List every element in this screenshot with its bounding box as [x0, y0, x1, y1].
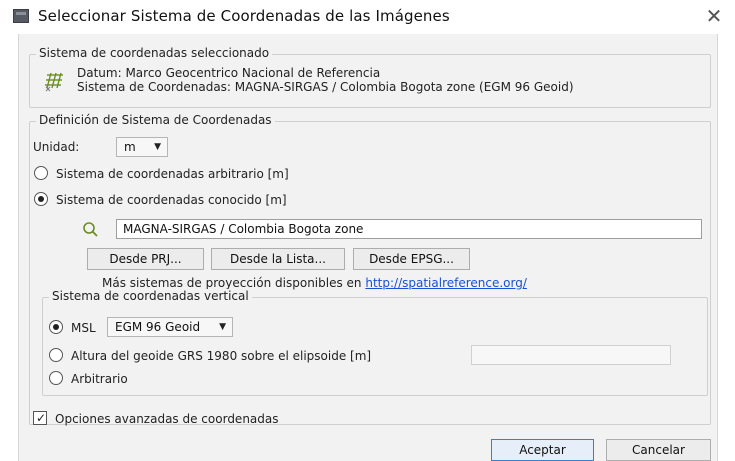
selected-system-group-title: Sistema de coordenadas seleccionado — [36, 46, 273, 60]
selected-system-group: Sistema de coordenadas seleccionado Datu… — [29, 46, 711, 108]
coordinate-system-text: Sistema de Coordenadas: MAGNA-SIRGAS / C… — [77, 80, 574, 94]
geoid-height-input[interactable] — [471, 345, 671, 365]
app-window-icon — [13, 9, 29, 23]
unit-label: Unidad: — [33, 140, 80, 154]
datum-text: Datum: Marco Geocentrico Nacional de Ref… — [77, 66, 381, 80]
from-list-button[interactable]: Desde la Lista... — [211, 248, 345, 270]
radio-known-system-label: Sistema de coordenadas conocido [m] — [56, 193, 287, 207]
unit-dropdown[interactable]: m ▼ — [116, 137, 168, 157]
from-prj-button[interactable]: Desde PRJ... — [87, 248, 204, 270]
advanced-options-label: Opciones avanzadas de coordenadas — [55, 412, 279, 426]
radio-vertical-arbitrary-label: Arbitrario — [71, 372, 128, 386]
more-systems-label: Más sistemas de proyección disponibles e… — [102, 276, 362, 290]
chevron-down-icon: ▼ — [154, 142, 161, 152]
cancel-button[interactable]: Cancelar — [606, 439, 711, 461]
search-icon[interactable] — [82, 221, 98, 237]
radio-arbitrary-system[interactable] — [34, 166, 48, 180]
coordinate-system-search-input[interactable]: MAGNA-SIRGAS / Colombia Bogota zone — [116, 219, 702, 239]
radio-arbitrary-system-label: Sistema de coordenadas arbitrario [m] — [56, 167, 289, 181]
radio-msl-label: MSL — [71, 321, 96, 335]
checkmark-icon: ✓ — [36, 411, 47, 425]
accept-button[interactable]: Aceptar — [491, 439, 594, 461]
more-systems-text: Más sistemas de proyección disponibles e… — [102, 276, 527, 290]
radio-msl[interactable] — [49, 320, 63, 334]
definition-group: Definición de Sistema de Coordenadas Uni… — [29, 113, 711, 426]
dialog-body: Sistema de coordenadas seleccionado Datu… — [18, 34, 718, 461]
close-icon[interactable]: ✕ — [701, 3, 727, 29]
from-epsg-button[interactable]: Desde EPSG... — [353, 248, 470, 270]
advanced-options-checkbox[interactable]: ✓ — [33, 411, 47, 425]
vertical-system-group: Sistema de coordenadas vertical MSL EGM … — [42, 289, 708, 396]
unit-dropdown-value: m — [124, 140, 136, 154]
radio-known-system[interactable] — [34, 192, 48, 206]
geoid-model-value: EGM 96 Geoid — [115, 320, 201, 334]
coordinate-grid-icon — [45, 72, 63, 92]
chevron-down-icon: ▼ — [219, 322, 226, 332]
definition-group-title: Definición de Sistema de Coordenadas — [36, 113, 275, 127]
window-title: Seleccionar Sistema de Coordenadas de la… — [38, 7, 450, 25]
vertical-system-group-title: Sistema de coordenadas vertical — [49, 289, 252, 303]
title-bar: Seleccionar Sistema de Coordenadas de la… — [0, 0, 735, 34]
radio-geoid-height-label: Altura del geoide GRS 1980 sobre el elip… — [71, 349, 372, 363]
geoid-model-dropdown[interactable]: EGM 96 Geoid ▼ — [107, 317, 233, 337]
spatialreference-link[interactable]: http://spatialreference.org/ — [365, 276, 527, 290]
radio-vertical-arbitrary[interactable] — [49, 371, 63, 385]
radio-geoid-height[interactable] — [49, 348, 63, 362]
